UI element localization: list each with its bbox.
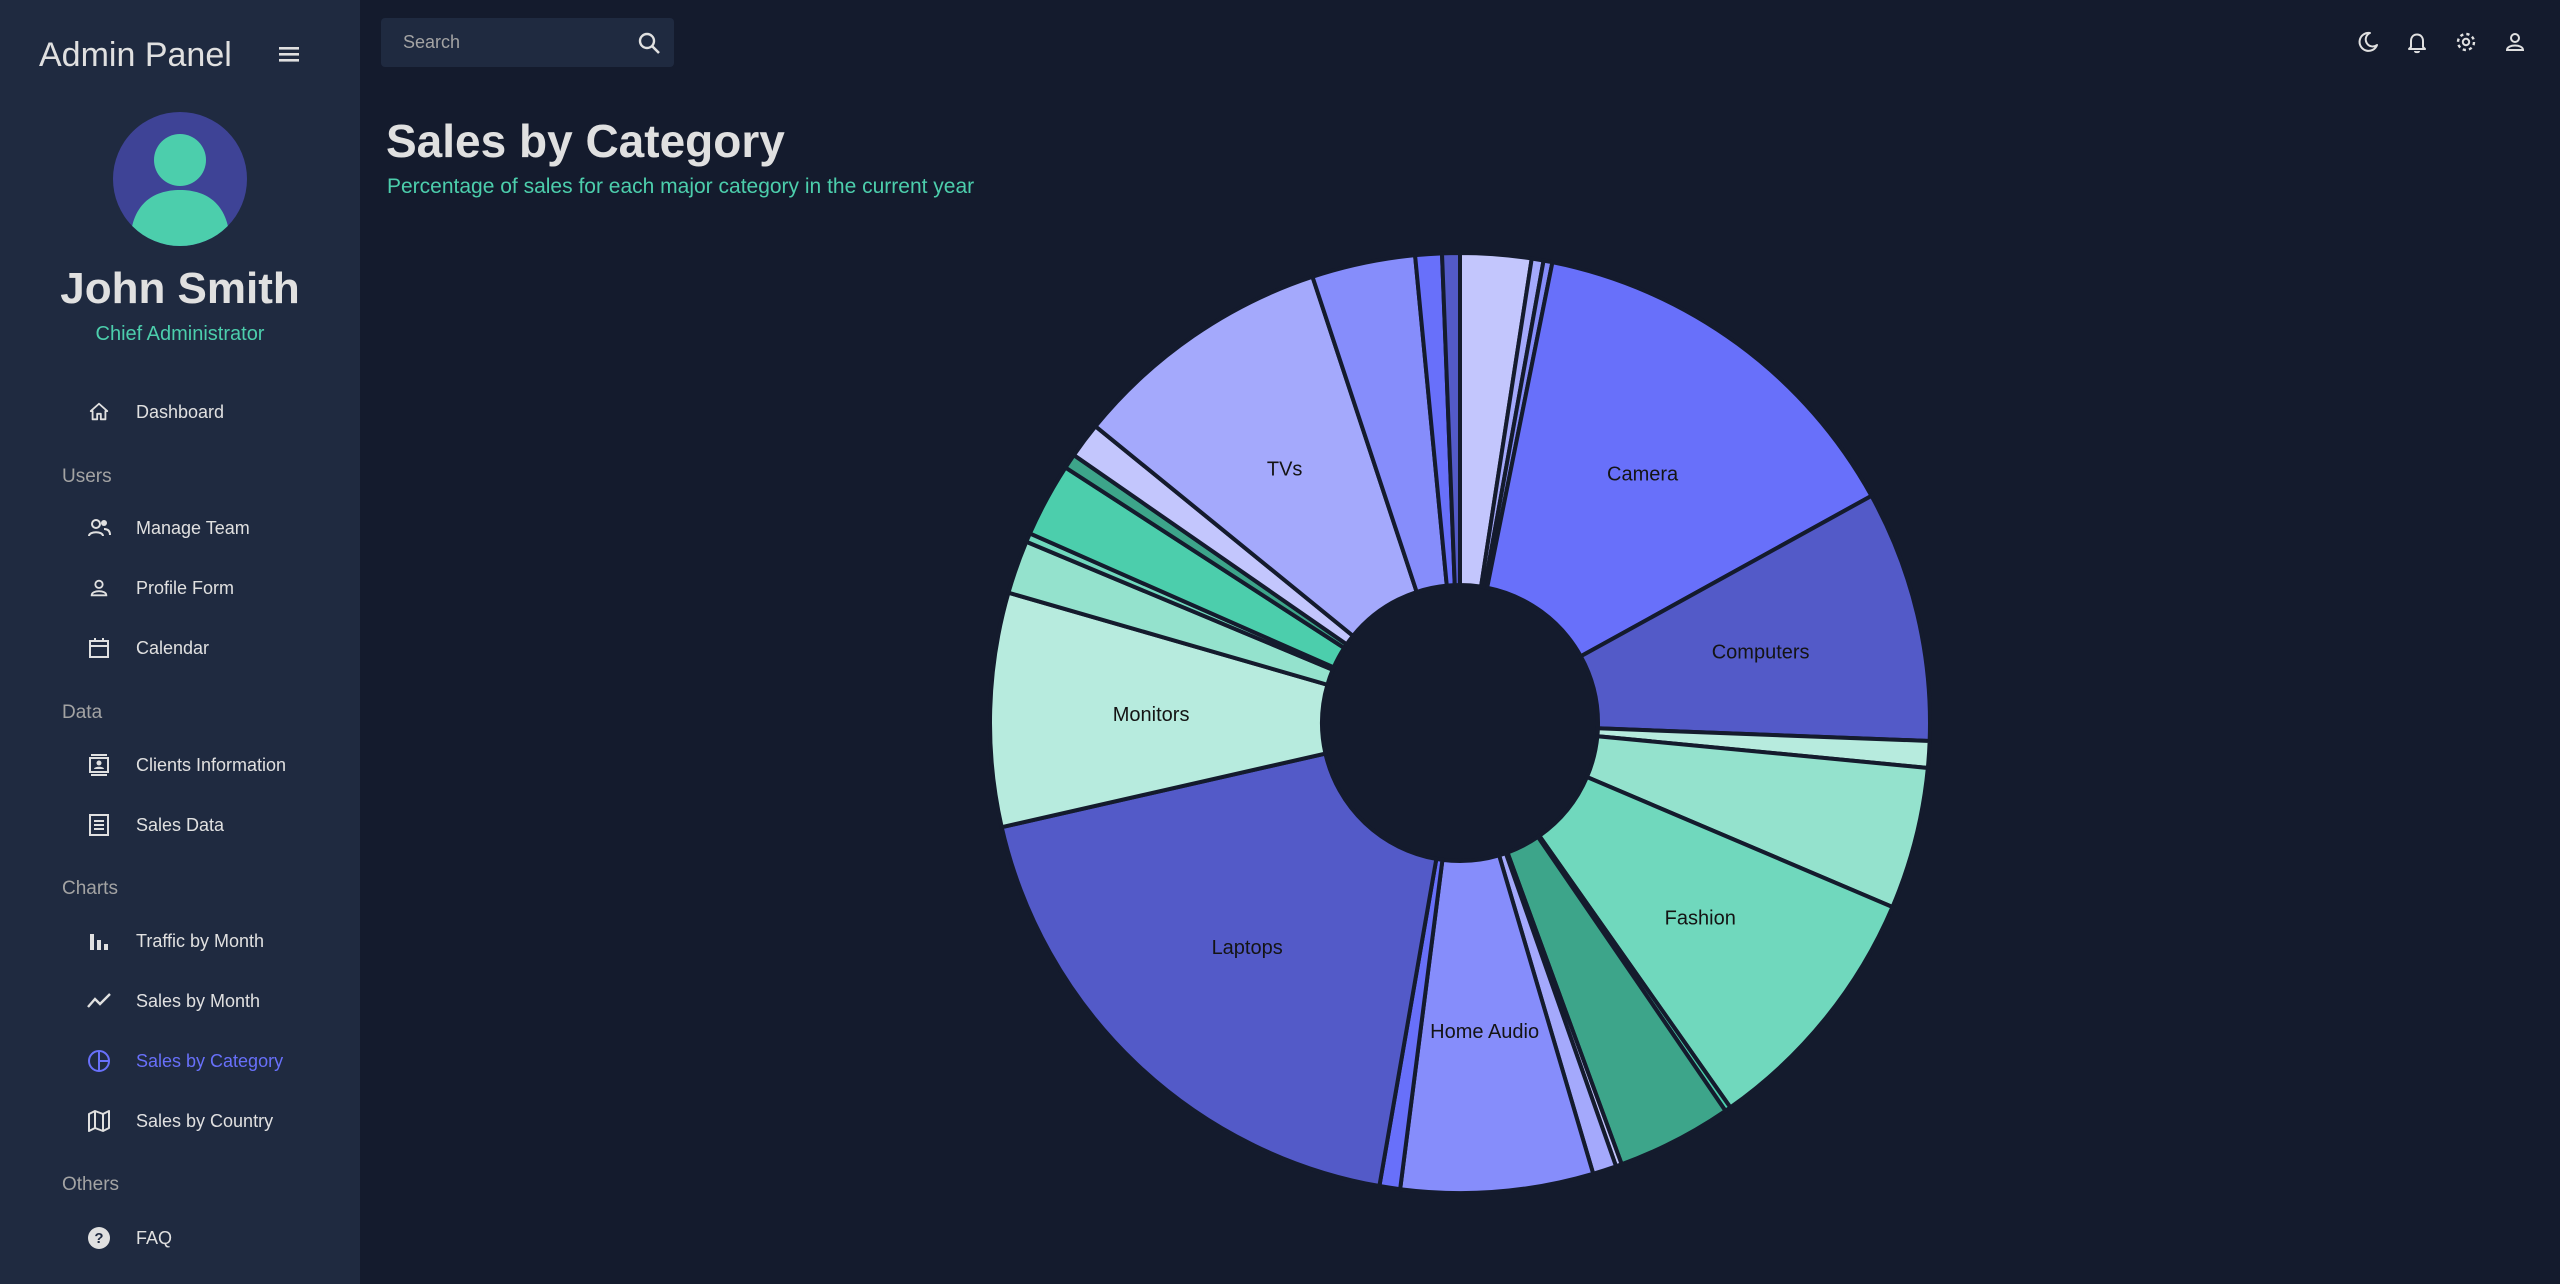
sales-by-category-pie-chart: Camera Computers Fashion Home Audio Laptops M… [988,250,1933,1195]
slice-label: Laptops [1212,937,1283,959]
slice-label: Home Audio [1430,1021,1539,1043]
slice-label: Camera [1607,464,1679,486]
slice-label: TVs [1267,459,1303,481]
slice-label: Computers [1712,642,1810,664]
slice-label: Monitors [1113,704,1190,726]
slice-label: Fashion [1665,907,1736,929]
chart-area: Camera Computers Fashion Home Audio Laptops M… [0,0,2560,1284]
pie-slice-laptops[interactable] [999,751,1439,1189]
